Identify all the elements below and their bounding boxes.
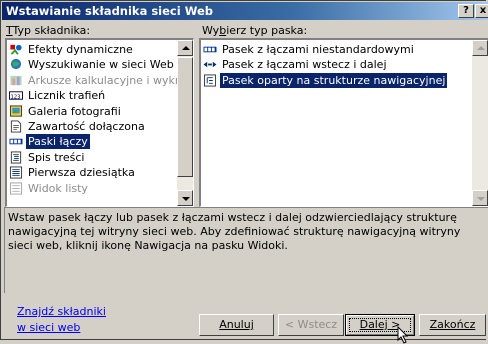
component-type-item-label: Pierwsza dziesiątka xyxy=(28,166,135,180)
close-button[interactable]: x xyxy=(475,4,488,18)
find-components-link-line1[interactable]: Znajdź składniki xyxy=(17,305,106,318)
bar-type-item-label: Pasek oparty na strukturze nawigacyjnej xyxy=(220,72,448,88)
scroll-up-button-disabled xyxy=(472,40,488,56)
bar-type-item-label: Pasek z łączami niestandardowymi xyxy=(222,43,414,56)
arrow-up-icon xyxy=(477,46,485,50)
choose-bar-type-label: Wybierz typ paska: xyxy=(202,24,307,37)
arrow-down-icon xyxy=(477,197,485,201)
component-type-item-label: Spis treści xyxy=(28,150,85,164)
mouse-cursor-icon xyxy=(397,326,409,344)
arrow-down-icon xyxy=(182,197,190,201)
back-button: < Wstecz xyxy=(278,314,344,336)
insert-web-component-dialog: Wstawianie składnika sieci Web ? x TTyp … xyxy=(0,0,488,344)
bar-type-item-label: Pasek z łączami wstecz i dalej xyxy=(222,58,387,72)
find-components-link-line2[interactable]: w sieci web xyxy=(17,321,80,334)
description-text: Wstaw pasek łączy lub pasek z łączami ws… xyxy=(8,211,461,252)
description-panel: Wstaw pasek łączy lub pasek z łączami ws… xyxy=(4,207,488,293)
bar-type-list[interactable]: Pasek z łączami niestandardowymi Pasek z … xyxy=(199,38,488,207)
window-title: Wstawianie składnika sieci Web xyxy=(6,4,213,18)
component-type-item-label: Widok listy xyxy=(28,181,88,195)
finish-button-label: Zakończ xyxy=(429,318,476,331)
spreadsheet-icon xyxy=(10,75,22,85)
cancel-button-label: Anuluj xyxy=(219,318,254,331)
svg-text:123: 123 xyxy=(10,94,20,100)
bar-type-list-scrollbar[interactable] xyxy=(472,40,488,206)
component-type-label-text: Typ składnika: xyxy=(12,24,91,37)
component-type-item-label: Galeria fotografii xyxy=(28,104,121,118)
component-type-item-label: Zawartość dołączona xyxy=(28,120,145,133)
arrow-up-icon xyxy=(182,46,190,50)
component-type-item-label: Paski łączy xyxy=(26,134,90,150)
help-button[interactable]: ? xyxy=(458,4,474,18)
next-button-label: Dalej > xyxy=(359,318,401,331)
back-next-bar-icon xyxy=(203,62,217,68)
table-of-contents-icon xyxy=(10,151,22,164)
custom-links-bar-icon xyxy=(203,46,217,53)
list-view-icon xyxy=(9,182,23,195)
component-type-item-label: Arkusze kalkulacyjne i wykresy xyxy=(28,73,194,87)
scroll-down-button[interactable] xyxy=(177,190,193,206)
choose-bar-type-label-text: Wybierz typ paska: xyxy=(202,24,308,37)
component-type-item-label: Efekty dynamiczne xyxy=(28,43,133,56)
component-list-scrollbar[interactable] xyxy=(177,40,193,206)
scroll-up-button[interactable] xyxy=(177,40,193,56)
title-bar[interactable]: Wstawianie składnika sieci Web ? x xyxy=(2,2,488,20)
scroll-thumb[interactable] xyxy=(177,57,193,177)
hit-counter-icon: 123 xyxy=(9,91,23,100)
component-type-item-label: Wyszukiwanie w sieci Web xyxy=(28,58,174,72)
cancel-button[interactable]: Anuluj xyxy=(199,314,274,336)
link-bar-icon xyxy=(9,139,23,145)
component-type-label: TTyp składnika: xyxy=(6,24,91,37)
component-type-item-label: Licznik trafień xyxy=(28,89,106,103)
top-ten-icon xyxy=(9,166,23,179)
finish-button[interactable]: Zakończ xyxy=(419,314,486,336)
scroll-down-button-disabled xyxy=(472,190,488,206)
web-search-icon xyxy=(10,59,22,70)
component-type-list[interactable]: Efekty dynamiczne Wyszukiwanie w sieci We… xyxy=(5,38,194,207)
back-button-label: < Wstecz xyxy=(284,318,338,331)
navigation-structure-bar-icon xyxy=(203,74,217,87)
dynamic-effects-icon xyxy=(10,44,22,55)
included-content-icon xyxy=(10,120,22,133)
photo-gallery-icon xyxy=(9,105,23,117)
